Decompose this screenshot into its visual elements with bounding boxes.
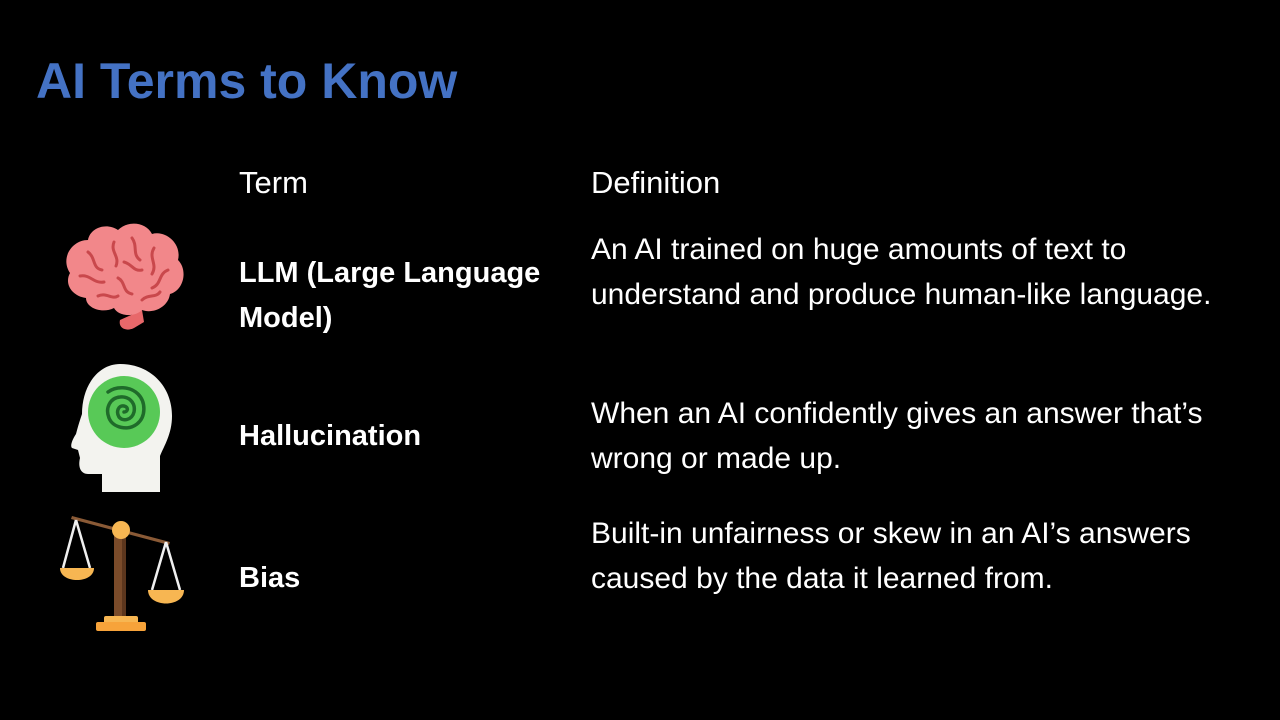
definition-column-header: Definition xyxy=(591,165,721,200)
definition-llm: An AI trained on huge amounts of text to… xyxy=(591,233,1212,311)
brain-icon xyxy=(58,218,188,348)
slide-title: AI Terms to Know xyxy=(36,53,458,109)
term-column-header: Term xyxy=(239,165,308,200)
balance-scale-icon xyxy=(58,512,188,642)
head-spiral-icon xyxy=(58,360,188,492)
definition-bias: Built-in unfairness or skew in an AI’s a… xyxy=(591,517,1191,595)
slide: AI Terms to Know Term Definition LLM (La… xyxy=(0,0,1280,720)
term-llm: LLM (Large Language Model) xyxy=(239,257,541,334)
term-hallucination: Hallucination xyxy=(239,420,422,452)
definition-hallucination: When an AI confidently gives an answer t… xyxy=(591,397,1203,475)
term-bias: Bias xyxy=(239,562,301,594)
